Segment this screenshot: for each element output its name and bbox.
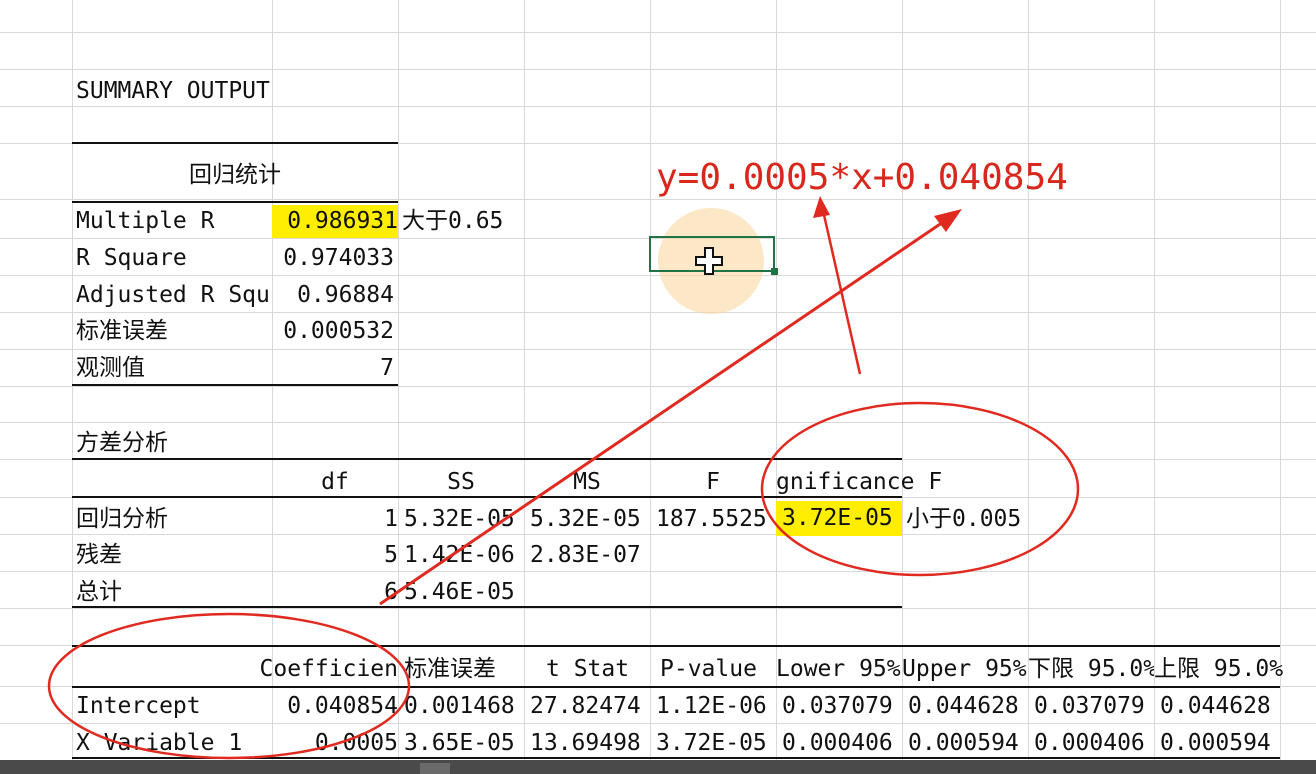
anova-label-total: 总计 [76, 579, 122, 605]
coef-header-standard-error: 标准误差 [404, 656, 496, 682]
coef-header-coefficients: Coefficien [259, 656, 398, 682]
stat-label-observations: 观测值 [76, 355, 145, 381]
anova-header-df: df [321, 469, 349, 495]
table-border-top [72, 458, 902, 460]
row-gridline [0, 422, 1316, 423]
row-gridline [0, 106, 1316, 107]
stat-value-adjusted-r-square[interactable]: 0.96884 [272, 281, 394, 309]
stat-value-r-square[interactable]: 0.974033 [272, 244, 394, 272]
anova-note-significance: 小于0.005 [906, 506, 1022, 532]
coef-x-variable-lower-95[interactable]: 0.000406 [782, 729, 902, 757]
anova-label-residual: 残差 [76, 542, 122, 568]
anova-df-regression[interactable]: 1 [272, 505, 398, 533]
table-border-bottom [72, 757, 1280, 759]
coef-x-variable-t-stat[interactable]: 13.69498 [530, 729, 650, 757]
table-border [72, 201, 398, 203]
fill-handle[interactable] [771, 268, 778, 275]
anova-title: 方差分析 [76, 430, 168, 456]
table-border-bottom [72, 606, 902, 608]
coef-intercept-p-value[interactable]: 1.12E-06 [656, 692, 776, 720]
coef-label-intercept: Intercept [76, 693, 201, 719]
coef-header-t-stat: t Stat [546, 656, 630, 682]
column-gridline [1280, 0, 1281, 760]
table-border-bottom [72, 384, 398, 386]
stat-value-observations[interactable]: 7 [272, 354, 394, 382]
coef-header-lower-95: Lower 95% [776, 656, 901, 682]
anova-ss-regression[interactable]: 5.32E-05 [404, 505, 524, 533]
row-gridline [0, 608, 1316, 609]
stat-label-standard-error: 标准误差 [76, 318, 168, 344]
spreadsheet-grid[interactable]: SUMMARY OUTPUT 回归统计 Multiple R 0.986931 … [0, 0, 1316, 760]
anova-header-ss: SS [447, 469, 475, 495]
annotation-formula: y=0.0005*x+0.040854 [656, 157, 1068, 198]
regression-stats-header: 回归统计 [189, 162, 281, 188]
anova-ms-regression[interactable]: 5.32E-05 [530, 505, 650, 533]
coef-header-upper-95: Upper 95% [902, 656, 1027, 682]
coef-x-variable-p-value[interactable]: 3.72E-05 [656, 729, 776, 757]
coef-header-lower-95-0: 下限 95.0% [1028, 656, 1154, 682]
anova-header-ms: MS [573, 469, 601, 495]
anova-label-regression: 回归分析 [76, 506, 168, 532]
summary-title: SUMMARY OUTPUT [76, 78, 270, 104]
stat-label-r-square: R Square [76, 245, 187, 271]
sheet-tab-bar[interactable] [0, 760, 1316, 774]
coef-intercept-t-stat[interactable]: 27.82474 [530, 692, 650, 720]
coef-x-variable-standard-error[interactable]: 3.65E-05 [404, 729, 524, 757]
table-border-top [72, 142, 398, 144]
coef-x-variable-lower-95-0[interactable]: 0.000406 [1034, 729, 1154, 757]
coef-intercept-coefficient[interactable]: 0.040854 [272, 692, 398, 720]
table-border-top [72, 645, 1280, 647]
coef-intercept-standard-error[interactable]: 0.001468 [404, 692, 524, 720]
stat-label-multiple-r: Multiple R [76, 208, 215, 234]
anova-header-significance-f: gnificance F [776, 469, 943, 495]
anova-df-residual[interactable]: 5 [272, 541, 398, 569]
stat-note-multiple-r: 大于0.65 [402, 208, 504, 234]
coef-x-variable-upper-95-0[interactable]: 0.000594 [1160, 729, 1280, 757]
row-gridline [0, 69, 1316, 70]
plus-cross-cursor-icon [695, 247, 723, 275]
row-gridline [0, 349, 1316, 350]
row-gridline [0, 571, 1316, 572]
coef-x-variable-coefficient[interactable]: 0.0005 [272, 729, 398, 757]
anova-ss-total[interactable]: 5.46E-05 [404, 578, 524, 606]
coef-intercept-lower-95-0[interactable]: 0.037079 [1034, 692, 1154, 720]
coef-intercept-upper-95-0[interactable]: 0.044628 [1160, 692, 1280, 720]
stat-value-standard-error[interactable]: 0.000532 [272, 317, 394, 345]
row-gridline [0, 32, 1316, 33]
coef-intercept-upper-95[interactable]: 0.044628 [908, 692, 1028, 720]
anova-significance-f-regression[interactable]: 3.72E-05 [776, 501, 902, 536]
sheet-tab[interactable] [420, 763, 450, 774]
anova-f-regression[interactable]: 187.5525 [656, 505, 776, 533]
stat-label-adjusted-r-square: Adjusted R Squ [76, 282, 270, 308]
stat-value-multiple-r[interactable]: 0.986931 [272, 205, 398, 238]
coef-header-upper-95-0: 上限 95.0% [1154, 656, 1284, 682]
coef-label-x-variable: X Variable 1 [76, 730, 243, 756]
row-gridline [0, 312, 1316, 313]
coef-header-p-value: P-value [660, 656, 757, 682]
row-gridline [0, 275, 1316, 276]
anova-ms-residual[interactable]: 2.83E-07 [530, 541, 650, 569]
row-gridline [0, 723, 1316, 724]
table-border [72, 496, 902, 498]
table-border [72, 686, 1280, 688]
coef-x-variable-upper-95[interactable]: 0.000594 [908, 729, 1028, 757]
anova-header-f: F [706, 469, 720, 495]
row-gridline [0, 386, 1316, 387]
anova-df-total[interactable]: 6 [272, 578, 398, 606]
row-gridline [0, 534, 1316, 535]
anova-ss-residual[interactable]: 1.42E-06 [404, 541, 524, 569]
coef-intercept-lower-95[interactable]: 0.037079 [782, 692, 902, 720]
